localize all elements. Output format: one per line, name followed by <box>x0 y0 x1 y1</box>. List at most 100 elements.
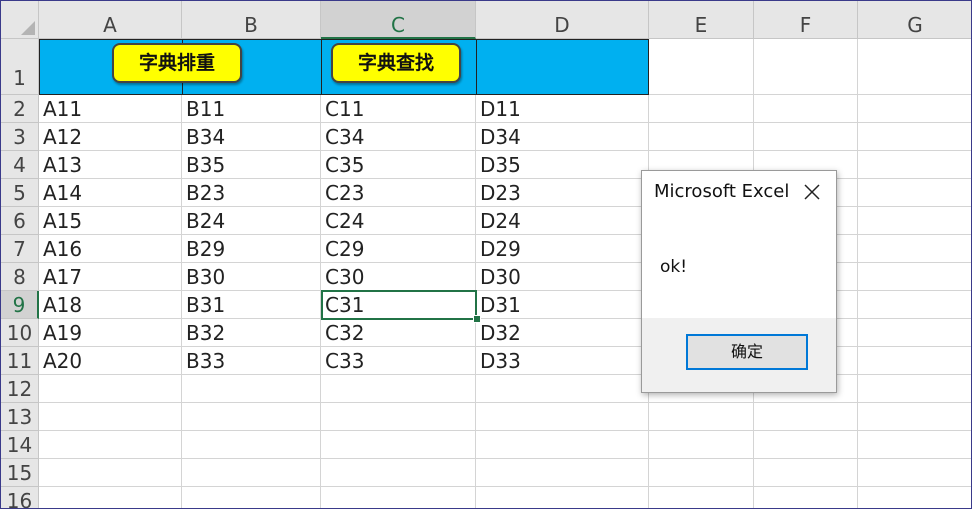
cell-d15[interactable] <box>476 459 649 487</box>
cell-d8[interactable]: D30 <box>476 263 649 291</box>
row-header-11[interactable]: 11 <box>1 347 39 375</box>
cell-d9[interactable]: D31 <box>476 291 649 319</box>
column-header-e[interactable]: E <box>649 1 754 39</box>
select-all-corner[interactable] <box>1 1 39 39</box>
row-header-9[interactable]: 9 <box>1 291 39 319</box>
cell-c7[interactable]: C29 <box>321 235 476 263</box>
row-header-8[interactable]: 8 <box>1 263 39 291</box>
cell-f14[interactable] <box>754 431 858 459</box>
cell-b3[interactable]: B34 <box>182 123 321 151</box>
cell-c16[interactable] <box>321 487 476 508</box>
cell-d10[interactable]: D32 <box>476 319 649 347</box>
cell[interactable] <box>858 39 971 95</box>
row-header-7[interactable]: 7 <box>1 235 39 263</box>
cell-a3[interactable]: A12 <box>39 123 182 151</box>
cell-b14[interactable] <box>182 431 321 459</box>
cell-g3[interactable] <box>858 123 971 151</box>
cell-d3[interactable]: D34 <box>476 123 649 151</box>
cell-c13[interactable] <box>321 403 476 431</box>
cell-g12[interactable] <box>858 375 971 403</box>
cell-b2[interactable]: B11 <box>182 95 321 123</box>
cell-a6[interactable]: A15 <box>39 207 182 235</box>
cell-d2[interactable]: D11 <box>476 95 649 123</box>
cell-a14[interactable] <box>39 431 182 459</box>
cell-c5[interactable]: C23 <box>321 179 476 207</box>
row-header-16[interactable]: 16 <box>1 487 39 508</box>
cell-b13[interactable] <box>182 403 321 431</box>
cell-a9[interactable]: A18 <box>39 291 182 319</box>
cell-a2[interactable]: A11 <box>39 95 182 123</box>
cell-d4[interactable]: D35 <box>476 151 649 179</box>
cell-c8[interactable]: C30 <box>321 263 476 291</box>
cell-c6[interactable]: C24 <box>321 207 476 235</box>
row-header-14[interactable]: 14 <box>1 431 39 459</box>
cell-g14[interactable] <box>858 431 971 459</box>
cell-f16[interactable] <box>754 487 858 508</box>
cell-g7[interactable] <box>858 235 971 263</box>
column-header-d[interactable]: D <box>476 1 649 39</box>
cell-d6[interactable]: D24 <box>476 207 649 235</box>
cell-g5[interactable] <box>858 179 971 207</box>
cell-b11[interactable]: B33 <box>182 347 321 375</box>
cell-d13[interactable] <box>476 403 649 431</box>
cell-c11[interactable]: C33 <box>321 347 476 375</box>
cell-f3[interactable] <box>754 123 858 151</box>
cell-e2[interactable] <box>649 95 754 123</box>
cell-g16[interactable] <box>858 487 971 508</box>
cell-a13[interactable] <box>39 403 182 431</box>
row-header-12[interactable]: 12 <box>1 375 39 403</box>
cell-g9[interactable] <box>858 291 971 319</box>
cell-d11[interactable]: D33 <box>476 347 649 375</box>
cell-b15[interactable] <box>182 459 321 487</box>
cell-a11[interactable]: A20 <box>39 347 182 375</box>
cell-g8[interactable] <box>858 263 971 291</box>
cell-b7[interactable]: B29 <box>182 235 321 263</box>
cell-a15[interactable] <box>39 459 182 487</box>
cell-a7[interactable]: A16 <box>39 235 182 263</box>
cell-b10[interactable]: B32 <box>182 319 321 347</box>
cell-g13[interactable] <box>858 403 971 431</box>
cell-a16[interactable] <box>39 487 182 508</box>
cell-c2[interactable]: C11 <box>321 95 476 123</box>
row-header-4[interactable]: 4 <box>1 151 39 179</box>
cell-d5[interactable]: D23 <box>476 179 649 207</box>
cell-g15[interactable] <box>858 459 971 487</box>
cell-a10[interactable]: A19 <box>39 319 182 347</box>
cell-b12[interactable] <box>182 375 321 403</box>
cell-c15[interactable] <box>321 459 476 487</box>
cell-e15[interactable] <box>649 459 754 487</box>
cell-b9[interactable]: B31 <box>182 291 321 319</box>
cell-f13[interactable] <box>754 403 858 431</box>
cell[interactable] <box>649 39 754 95</box>
cell-f15[interactable] <box>754 459 858 487</box>
row-header-15[interactable]: 15 <box>1 459 39 487</box>
cell-e13[interactable] <box>649 403 754 431</box>
row-header-1[interactable]: 1 <box>1 39 39 95</box>
row-header-3[interactable]: 3 <box>1 123 39 151</box>
cell-g4[interactable] <box>858 151 971 179</box>
cell-g11[interactable] <box>858 347 971 375</box>
cell-d14[interactable] <box>476 431 649 459</box>
cell-g2[interactable] <box>858 95 971 123</box>
cell-d16[interactable] <box>476 487 649 508</box>
cell-a5[interactable]: A14 <box>39 179 182 207</box>
row-header-13[interactable]: 13 <box>1 403 39 431</box>
row-header-5[interactable]: 5 <box>1 179 39 207</box>
column-header-f[interactable]: F <box>754 1 858 39</box>
row-header-6[interactable]: 6 <box>1 207 39 235</box>
cell-c4[interactable]: C35 <box>321 151 476 179</box>
cell-b4[interactable]: B35 <box>182 151 321 179</box>
column-header-g[interactable]: G <box>858 1 971 39</box>
close-icon[interactable] <box>800 180 824 204</box>
cell-c3[interactable]: C34 <box>321 123 476 151</box>
column-header-b[interactable]: B <box>182 1 321 39</box>
row-header-2[interactable]: 2 <box>1 95 39 123</box>
cell[interactable] <box>754 39 858 95</box>
lookup-macro-button[interactable]: 字典查找 <box>331 43 461 83</box>
cell-b5[interactable]: B23 <box>182 179 321 207</box>
cell-d12[interactable] <box>476 375 649 403</box>
cell-a4[interactable]: A13 <box>39 151 182 179</box>
cell-g10[interactable] <box>858 319 971 347</box>
cell-c10[interactable]: C32 <box>321 319 476 347</box>
cell-b6[interactable]: B24 <box>182 207 321 235</box>
